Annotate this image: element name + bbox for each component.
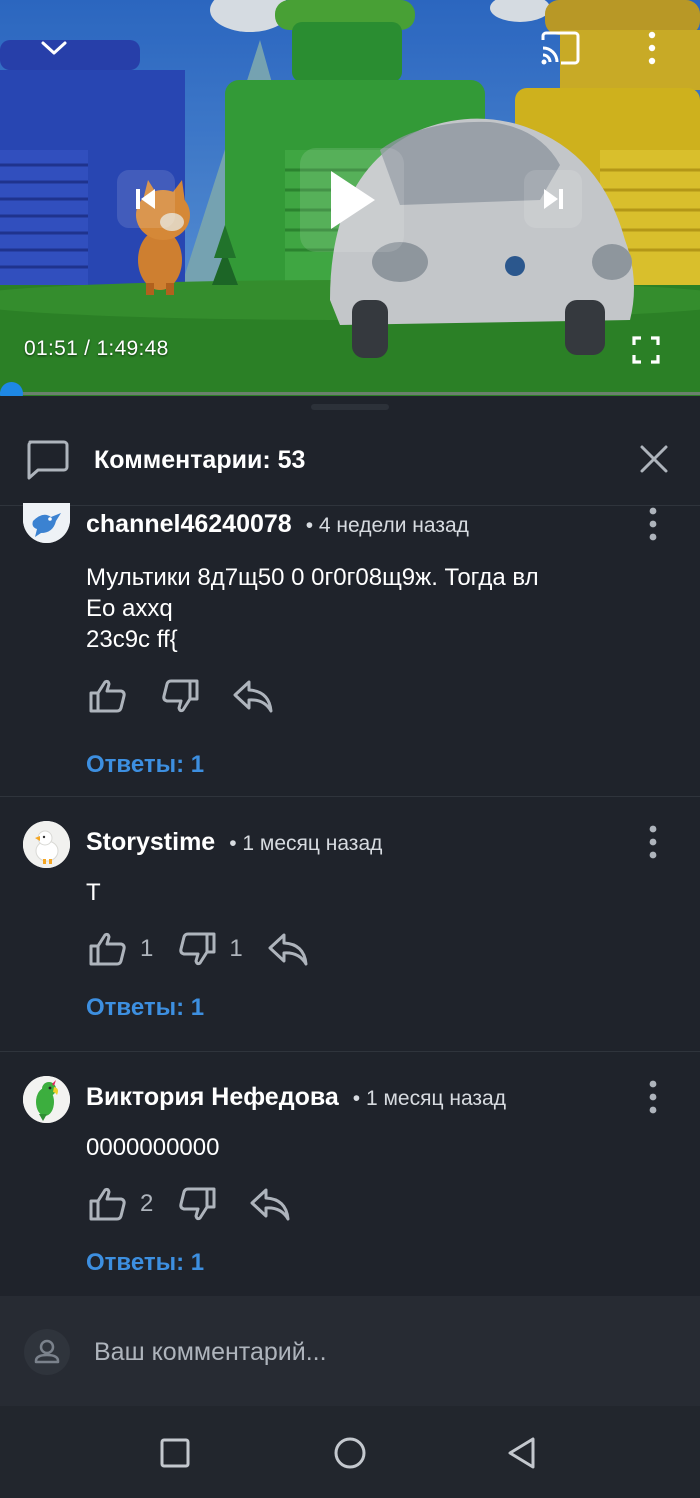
comment-author[interactable]: Виктория Нефедова • 1 месяц назад [86,1083,506,1112]
more-vert-icon [649,1080,657,1114]
dislike-button[interactable] [177,1186,225,1222]
comment-item: Виктория Нефедова • 1 месяц назад 0000000… [0,1076,700,1296]
comment-item: channel46240078 • 4 недели назад Мультики… [0,503,700,796]
recent-apps-button[interactable] [155,1433,195,1473]
reply-button[interactable] [249,1186,291,1222]
replies-link[interactable]: Ответы: 1 [86,994,204,1022]
recent-apps-icon [160,1438,190,1468]
minimize-button[interactable] [34,28,74,68]
more-vert-icon [648,31,656,65]
reply-button[interactable] [267,931,309,967]
comment-input[interactable] [86,1326,666,1378]
parrot-avatar-icon [23,1076,70,1123]
comment-item: Storystime • 1 месяц назад Т 1 1 Ответы:… [0,821,700,1051]
fullscreen-button[interactable] [626,330,666,370]
seek-bar-track[interactable] [0,392,700,395]
comment-actions: 1 1 [88,931,309,967]
next-button[interactable] [524,170,582,228]
like-button[interactable] [88,678,136,714]
more-vert-icon [649,507,657,541]
previous-button[interactable] [117,170,175,228]
comment-author[interactable]: channel46240078 • 4 недели назад [86,510,469,539]
playback-time: 01:51 / 1:49:48 [24,337,169,360]
comment-text: Мультики 8д7щ50 0 0г0г08щ9ж. Тогда вл Ео… [86,564,539,653]
dislike-button[interactable] [160,678,208,714]
author-avatar[interactable] [23,821,70,868]
cast-button[interactable] [536,26,584,70]
comment-time: • 1 месяц назад [352,1087,506,1110]
comment-time: • 4 недели назад [305,514,469,537]
reply-button[interactable] [232,678,274,714]
reply-icon [233,680,273,713]
comment-time: • 1 месяц назад [229,832,383,855]
comment-divider [0,796,700,797]
thumbs-up-icon [89,1187,126,1221]
comment-text: Т [86,879,101,906]
close-icon [640,445,668,473]
current-user-avatar [24,1329,70,1375]
comments-header: Комментарии: 53 [0,426,700,506]
replies-link[interactable]: Ответы: 1 [86,751,204,779]
like-count: 2 [140,1190,154,1217]
back-button[interactable] [502,1433,542,1473]
thumbs-up-icon [89,679,126,713]
comment-actions [88,678,274,714]
thumbs-up-icon [89,932,126,966]
replies-link[interactable]: Ответы: 1 [86,1249,204,1277]
comments-title: Комментарии: 53 [94,446,306,474]
dislike-button[interactable]: 1 [177,931,243,967]
skip-previous-icon [136,189,155,209]
comment-author[interactable]: Storystime • 1 месяц назад [86,828,382,857]
comment-more-button[interactable] [638,824,668,860]
author-avatar[interactable] [23,1076,70,1123]
play-button[interactable] [300,148,404,252]
player-more-button[interactable] [634,26,670,70]
cast-icon [541,31,580,65]
reply-icon [268,933,308,966]
comment-icon [27,440,69,480]
chevron-down-icon [41,41,67,55]
comment-composer [0,1296,700,1406]
video-player[interactable]: 01:51 / 1:49:48 [0,0,700,396]
comment-more-button[interactable] [638,506,668,542]
comments-panel: Комментарии: 53 channel46240078 • 4 недел… [0,396,700,1406]
system-navigation-bar [0,1406,700,1498]
comment-more-button[interactable] [638,1079,668,1115]
more-vert-icon [649,825,657,859]
thumbs-down-icon [162,679,199,713]
home-icon [334,1437,366,1469]
close-comments-button[interactable] [636,441,672,477]
thumbs-down-icon [179,1187,216,1221]
drag-handle[interactable] [311,404,389,410]
fullscreen-icon [632,336,660,364]
play-icon [331,171,375,229]
comment-divider [0,1051,700,1052]
like-button[interactable]: 2 [88,1186,153,1222]
duck-avatar-icon [23,821,70,868]
author-avatar[interactable] [23,503,70,543]
home-button[interactable] [330,1433,370,1473]
comment-actions: 2 [88,1186,291,1222]
skip-next-icon [544,189,563,209]
like-button[interactable]: 1 [88,931,153,967]
bird-avatar-icon [23,503,70,543]
back-icon [508,1437,535,1469]
dislike-count: 1 [229,935,243,962]
comment-text: 0000000000 [86,1134,220,1161]
person-icon [34,1339,60,1364]
reply-icon [250,1188,290,1221]
like-count: 1 [140,935,154,962]
thumbs-down-icon [179,932,216,966]
